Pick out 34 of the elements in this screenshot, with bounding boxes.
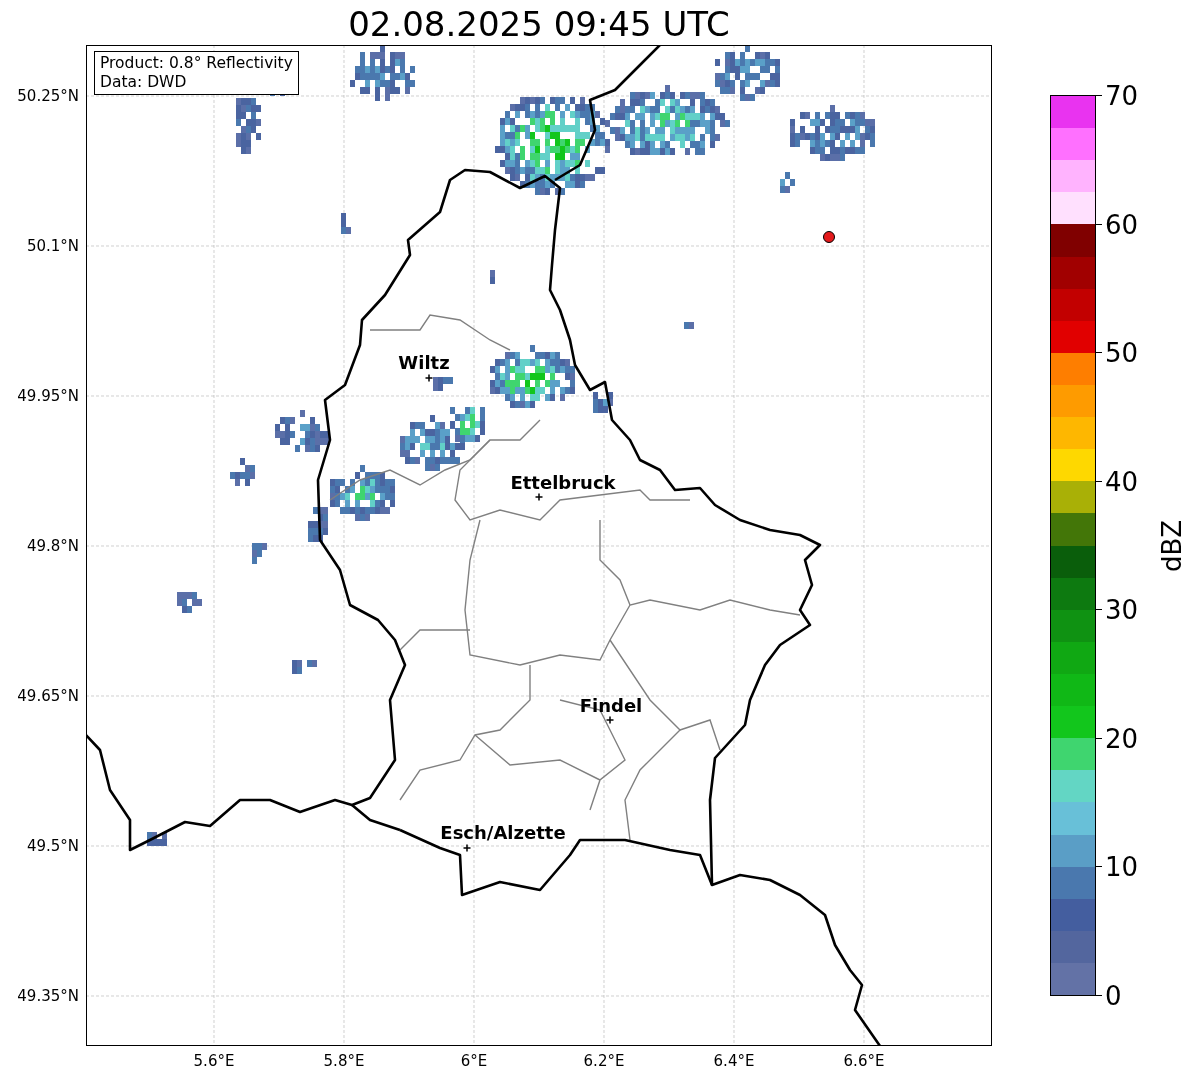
colorbar-tick-label: 30 [1105, 597, 1139, 624]
colorbar-tick-label: 20 [1105, 725, 1139, 752]
city-label: Findel [579, 694, 643, 716]
axis-tick-label: 6°E [460, 1052, 488, 1070]
colorbar-tick-label: 50 [1105, 340, 1139, 367]
colorbar-tick-label: 10 [1105, 854, 1139, 881]
axis-tick-label: 50.25°N [17, 87, 79, 105]
city-marker-icon [462, 843, 472, 853]
axis-tick-label: 49.65°N [17, 687, 79, 705]
city-label: Esch/Alzette [440, 821, 566, 843]
colorbar-label: dBZ [1157, 519, 1184, 573]
colorbar-tick-label: 60 [1105, 211, 1139, 238]
city-marker-icon [605, 715, 615, 725]
axis-tick-label: 5.6°E [193, 1052, 235, 1070]
axis-tick-label: 6.2°E [583, 1052, 625, 1070]
city-marker-icon [424, 373, 434, 383]
location-dot-icon [823, 231, 835, 243]
axis-tick-label: 49.5°N [26, 837, 79, 855]
colorbar-tick-label: 40 [1105, 468, 1139, 495]
city-marker-icon [534, 492, 544, 502]
axis-tick-label: 50.1°N [26, 237, 79, 255]
axis-tick-label: 49.8°N [26, 537, 79, 555]
figure-title: 02.08.2025 09:45 UTC [347, 4, 731, 44]
colorbar-tick-label: 70 [1105, 83, 1139, 109]
info-text: Data: DWD [100, 73, 188, 92]
axis-tick-label: 5.8°E [323, 1052, 365, 1070]
city-label: Wiltz [398, 351, 450, 373]
axis-tick-label: 49.95°N [17, 387, 79, 405]
city-label: Ettelbruck [510, 471, 616, 493]
info-text: Product: 0.8° Reflectivity [100, 54, 293, 73]
axis-tick-label: 6.4°E [713, 1052, 755, 1070]
axis-tick-label: 49.35°N [17, 987, 79, 1005]
colorbar-tick-label: 0 [1105, 983, 1122, 1009]
axis-tick-label: 6.6°E [843, 1052, 885, 1070]
